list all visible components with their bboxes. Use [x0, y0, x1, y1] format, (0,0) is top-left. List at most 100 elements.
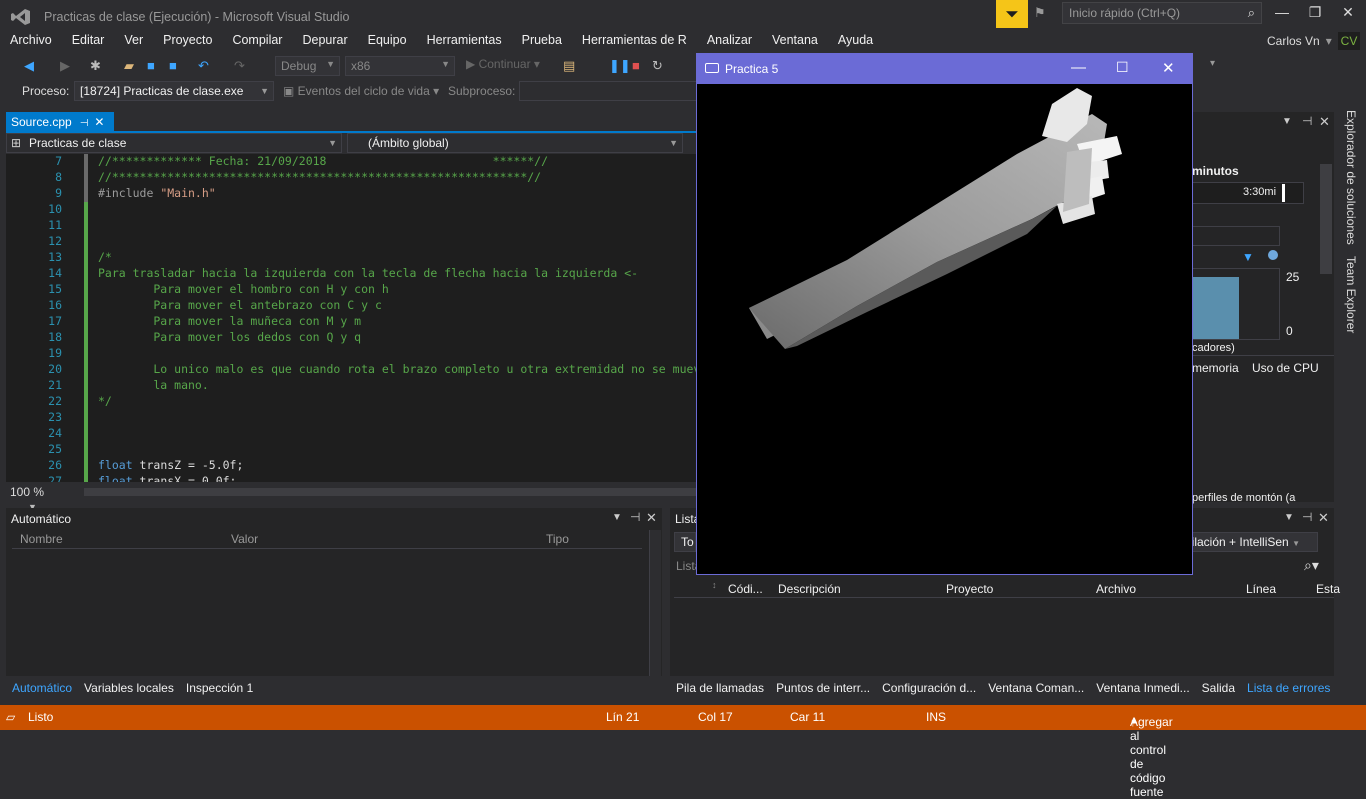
tab-memory-usage[interactable]: memoria [1192, 361, 1239, 375]
menu-proyecto[interactable]: Proyecto [153, 32, 222, 52]
tab-error-list[interactable]: Lista de errores [1241, 680, 1336, 698]
navigate-forward-icon[interactable]: ▶ [60, 58, 70, 74]
continue-button[interactable]: ▶ Continuar ▾ [466, 57, 540, 71]
process-icon[interactable]: ▤ [563, 58, 575, 74]
autos-scrollbar[interactable] [649, 530, 661, 676]
column-line[interactable]: Línea [1246, 582, 1276, 596]
app-minimize-button[interactable]: — [1071, 59, 1086, 76]
column-project[interactable]: Proyecto [946, 582, 993, 596]
chevron-down-icon[interactable]: ▼ [1284, 512, 1294, 523]
code-line[interactable]: 22 */ [6, 394, 696, 410]
menu-editar[interactable]: Editar [62, 32, 115, 52]
redo-icon[interactable]: ↷ [234, 58, 245, 74]
sort-icon[interactable]: ↕ [712, 580, 717, 590]
stop-icon[interactable]: ■ [632, 58, 640, 73]
chevron-down-icon[interactable]: ▼ [612, 512, 622, 523]
tab-exception-settings[interactable]: Configuración d... [876, 680, 982, 698]
menu-ver[interactable]: Ver [114, 32, 153, 52]
menu-analizar[interactable]: Analizar [697, 32, 762, 52]
code-line[interactable]: 27 float transX = 0.0f; [6, 474, 696, 482]
pin-icon[interactable]: ⊣ [1302, 510, 1312, 524]
code-line[interactable]: 20 Lo unico malo es que cuando rota el b… [6, 362, 696, 378]
tab-immediate-window[interactable]: Ventana Inmedi... [1090, 680, 1195, 698]
close-panel-icon[interactable]: ✕ [646, 510, 657, 526]
subprocess-select[interactable] [519, 81, 699, 101]
user-account[interactable]: Carlos Vn ▾ [1267, 34, 1332, 48]
process-select[interactable]: [18724] Practicas de clase.exe ▼ [74, 81, 274, 101]
pin-icon[interactable]: ⊣ [80, 118, 89, 129]
menu-herramientas[interactable]: Herramientas [417, 32, 512, 52]
undo-icon[interactable]: ↶ [198, 58, 209, 74]
tab-watch-1[interactable]: Inspección 1 [180, 680, 259, 698]
tab-output[interactable]: Salida [1196, 680, 1241, 698]
tab-solution-explorer[interactable]: Explorador de soluciones [1344, 110, 1358, 245]
quick-launch-input[interactable]: Inicio rápido (Ctrl+Q) ⌕ [1062, 2, 1262, 24]
pin-icon[interactable]: ⊣ [630, 510, 640, 524]
new-project-icon[interactable]: ✱ [90, 58, 101, 74]
panel-scrollbar[interactable] [1320, 164, 1332, 274]
close-panel-icon[interactable]: ✕ [1319, 114, 1330, 130]
tab-autos[interactable]: Automático [6, 680, 78, 698]
code-line[interactable]: 23 [6, 410, 696, 426]
restart-icon[interactable]: ↻ [652, 58, 663, 74]
avatar[interactable]: CV [1338, 32, 1360, 50]
chevron-down-icon[interactable]: ▼ [1282, 116, 1292, 127]
maximize-button[interactable]: ❐ [1300, 4, 1330, 24]
column-description[interactable]: Descripción [778, 582, 841, 596]
app-window-titlebar[interactable]: Practica 5 — ☐ ✕ [697, 54, 1192, 84]
scope-select[interactable]: To [674, 532, 696, 552]
code-line[interactable]: 18 Para mover los dedos con Q y q [6, 330, 696, 346]
code-line[interactable]: 13 /* [6, 250, 696, 266]
search-icon[interactable]: ⌕▾ [1304, 557, 1319, 574]
close-tab-icon[interactable]: ✕ [94, 115, 104, 129]
app-close-button[interactable]: ✕ [1162, 59, 1175, 77]
code-line[interactable]: 15 Para mover el hombro con H y con h [6, 282, 696, 298]
code-line[interactable]: 9 #include "Main.h" [6, 186, 696, 202]
menu-compilar[interactable]: Compilar [222, 32, 292, 52]
menu-archivo[interactable]: Archivo [0, 32, 62, 52]
code-line[interactable]: 14 Para trasladar hacia la izquierda con … [6, 266, 696, 282]
feedback-icon[interactable]: ⚑ [1034, 5, 1054, 23]
platform-select[interactable]: x86 ▼ [345, 56, 455, 76]
open-folder-icon[interactable]: ▰ [124, 58, 134, 74]
menu-prueba[interactable]: Prueba [512, 32, 572, 52]
column-file[interactable]: Archivo [1096, 582, 1136, 596]
scope-navigation-select[interactable]: (Ámbito global) ▼ [347, 133, 683, 153]
column-state[interactable]: Esta [1316, 582, 1340, 596]
navigate-back-icon[interactable]: ◀ [24, 58, 34, 74]
tab-team-explorer[interactable]: Team Explorer [1344, 256, 1358, 333]
save-all-icon[interactable]: ■ [169, 58, 177, 73]
horizontal-scrollbar[interactable] [84, 488, 696, 496]
code-line[interactable]: 12 [6, 234, 696, 250]
tab-call-stack[interactable]: Pila de llamadas [670, 680, 770, 698]
code-line[interactable]: 8 //*************************************… [6, 170, 696, 186]
tab-locals[interactable]: Variables locales [78, 680, 180, 698]
code-editor[interactable]: 7 //************* Fecha: 21/09/2018 *****… [6, 154, 696, 482]
code-line[interactable]: 17 Para mover la muñeca con M y m [6, 314, 696, 330]
code-line[interactable]: 24 [6, 426, 696, 442]
zoom-select[interactable]: 100 % ▼ [6, 484, 76, 512]
menu-ayuda[interactable]: Ayuda [828, 32, 883, 52]
app-window-practica-5[interactable]: Practica 5 — ☐ ✕ [696, 53, 1193, 575]
code-line[interactable]: 10 [6, 202, 696, 218]
pin-icon[interactable]: ⊣ [1302, 114, 1312, 128]
toolbar-overflow-icon[interactable]: ▾ [1210, 58, 1215, 69]
close-panel-icon[interactable]: ✕ [1318, 510, 1329, 526]
tab-command-window[interactable]: Ventana Coman... [982, 680, 1090, 698]
close-button[interactable]: ✕ [1333, 4, 1363, 24]
notification-flag-icon[interactable]: ⏷ [996, 0, 1028, 28]
timeline[interactable]: 3:30mi [1192, 182, 1304, 204]
project-navigation-select[interactable]: ⊞ Practicas de clase ▼ [6, 133, 342, 153]
build-filter-select[interactable]: pilación + IntelliSen ▼ [1182, 532, 1318, 552]
tab-breakpoints[interactable]: Puntos de interr... [770, 680, 876, 698]
menu-depurar[interactable]: Depurar [292, 32, 357, 52]
code-line[interactable]: 16 Para mover el antebrazo con C y c [6, 298, 696, 314]
code-line[interactable]: 25 [6, 442, 696, 458]
menu-ventana[interactable]: Ventana [762, 32, 828, 52]
code-line[interactable]: 26 float transZ = -5.0f; [6, 458, 696, 474]
pause-icon[interactable]: ❚❚ [609, 58, 631, 74]
column-valor[interactable]: Valor [231, 532, 258, 546]
app-maximize-button[interactable]: ☐ [1116, 59, 1129, 76]
code-line[interactable]: 11 [6, 218, 696, 234]
code-line[interactable]: 21 la mano. [6, 378, 696, 394]
